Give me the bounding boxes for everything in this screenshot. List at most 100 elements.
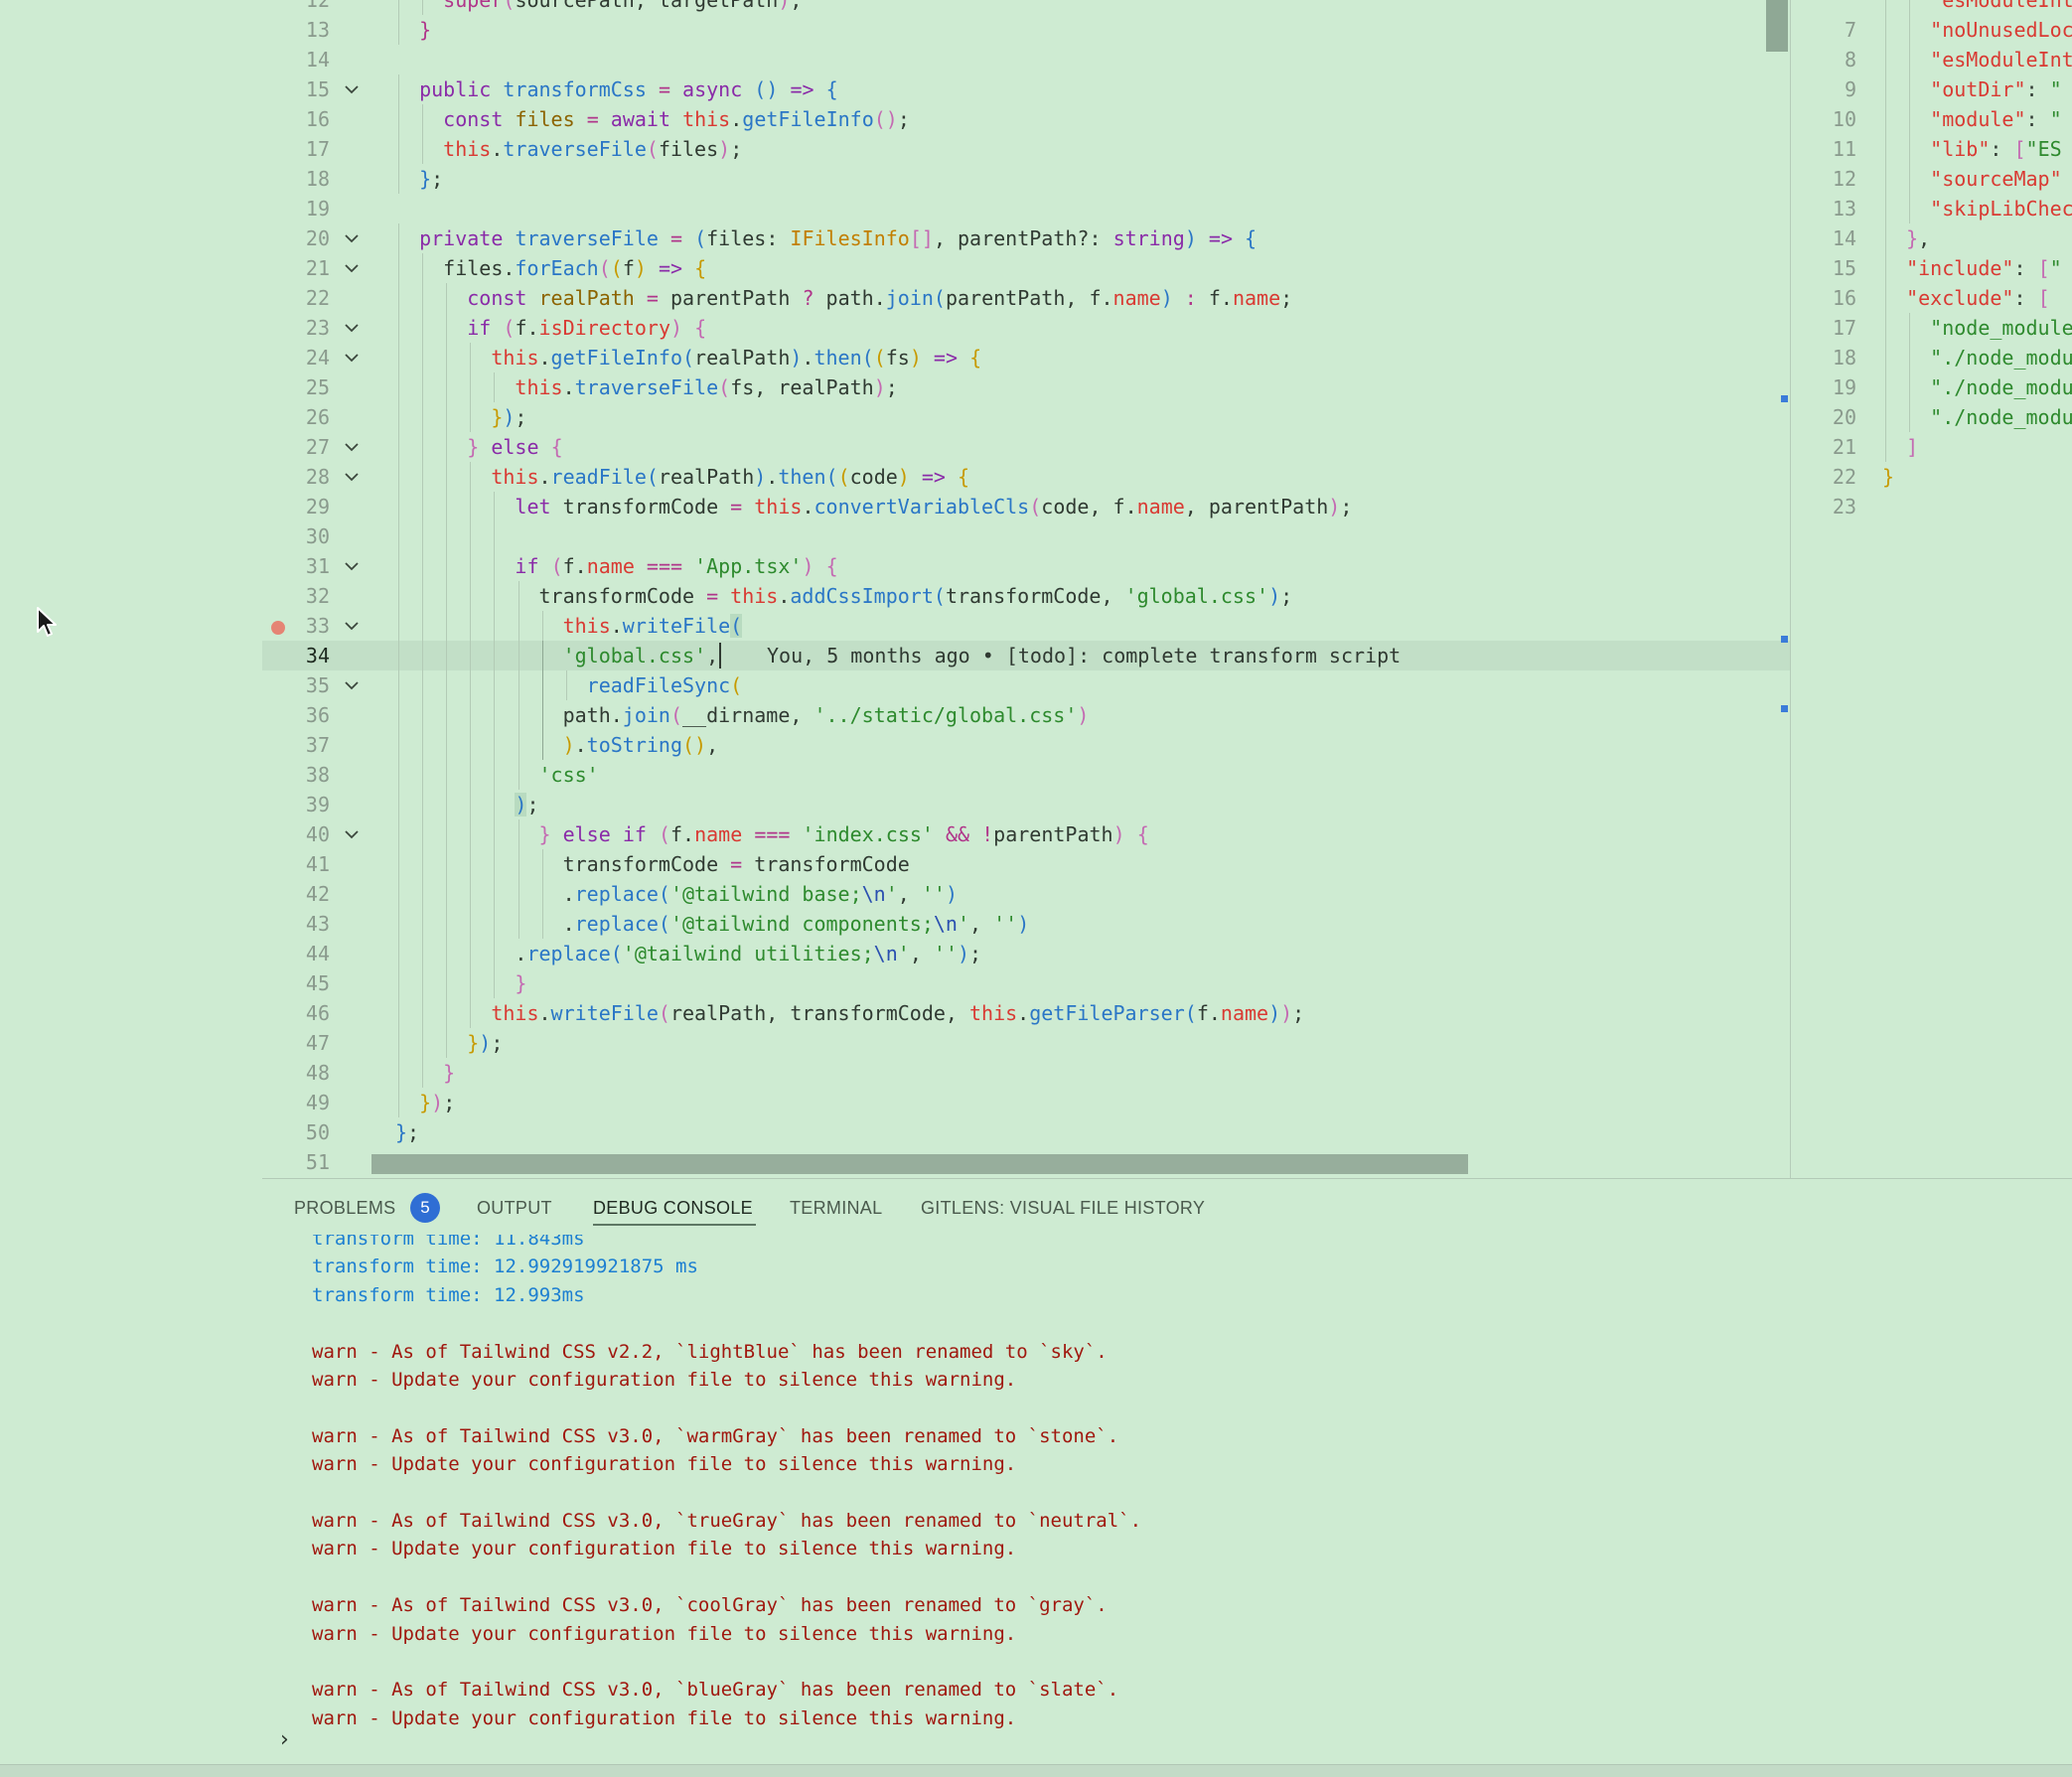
code-text: private traverseFile = (files: IFilesInf… xyxy=(419,226,1258,250)
indent-guide xyxy=(398,104,399,134)
json-line[interactable]: 23 xyxy=(1791,492,2072,521)
fold-chevron-icon[interactable] xyxy=(342,462,362,492)
code-line[interactable]: 21 files.forEach((f) => { xyxy=(262,253,1790,283)
code-line[interactable]: 47 }); xyxy=(262,1028,1790,1058)
indent-guide xyxy=(470,939,472,968)
json-line[interactable]: 10 "module": " xyxy=(1791,104,2072,134)
debug-console-output[interactable]: transform time: 11.843ms transform time: … xyxy=(262,1235,2072,1731)
code-line[interactable]: 48 } xyxy=(262,1058,1790,1088)
fold-chevron-icon[interactable] xyxy=(342,313,362,343)
editor-vertical-scroll-track[interactable] xyxy=(1766,0,1788,1172)
code-line[interactable]: 40 } else if (f.name === 'index.css' && … xyxy=(262,819,1790,849)
code-line[interactable]: 16 const files = await this.getFileInfo(… xyxy=(262,104,1790,134)
json-line[interactable]: 17 "node_modules" xyxy=(1791,313,2072,343)
code-line[interactable]: 34 'global.css', You, 5 months ago • [tod… xyxy=(262,641,1790,670)
code-line[interactable]: 15 public transformCss = async () => { xyxy=(262,74,1790,104)
code-line[interactable]: 22 const realPath = parentPath ? path.jo… xyxy=(262,283,1790,313)
fold-chevron-icon[interactable] xyxy=(342,253,362,283)
code-line[interactable]: 41 transformCode = transformCode xyxy=(262,849,1790,879)
breakpoint-icon[interactable] xyxy=(271,621,285,635)
fold-chevron-icon[interactable] xyxy=(342,819,362,849)
code-line[interactable]: 32 transformCode = this.addCssImport(tra… xyxy=(262,581,1790,611)
editor-vertical-scrollbar[interactable] xyxy=(1766,0,1788,52)
tab-output[interactable]: OUTPUT xyxy=(477,1198,552,1219)
fold-chevron-icon[interactable] xyxy=(342,611,362,641)
code-line[interactable]: 27 } else { xyxy=(262,432,1790,462)
json-line[interactable]: 15 "include": [" xyxy=(1791,253,2072,283)
json-line[interactable]: 7 "noUnusedLocals" xyxy=(1791,15,2072,45)
json-line[interactable]: 12 "sourceMap" xyxy=(1791,164,2072,194)
json-line[interactable]: "esModuleInteropXX" xyxy=(1791,0,2072,15)
line-number: 10 xyxy=(1832,107,1856,131)
indent-guide xyxy=(422,879,424,909)
code-line[interactable]: 42 .replace('@tailwind base;\n', '') xyxy=(262,879,1790,909)
code-line[interactable]: 14 xyxy=(262,45,1790,74)
code-line[interactable]: 33 this.writeFile( xyxy=(262,611,1790,641)
fold-chevron-icon[interactable] xyxy=(342,432,362,462)
json-line[interactable]: 8 "esModuleInterop" xyxy=(1791,45,2072,74)
editor-horizontal-scrollbar[interactable] xyxy=(371,1154,1468,1174)
code-line[interactable]: 30 xyxy=(262,521,1790,551)
code-text: this.readFile(realPath).then((code) => { xyxy=(491,465,970,489)
code-line[interactable]: 37 ).toString(), xyxy=(262,730,1790,760)
code-line[interactable]: 24 this.getFileInfo(realPath).then((fs) … xyxy=(262,343,1790,372)
fold-chevron-icon[interactable] xyxy=(342,343,362,372)
code-line[interactable]: 25 this.traverseFile(fs, realPath); xyxy=(262,372,1790,402)
code-line[interactable]: 20 private traverseFile = (files: IFiles… xyxy=(262,223,1790,253)
json-line[interactable]: 21 ] xyxy=(1791,432,2072,462)
indent-guide xyxy=(398,462,399,492)
tab-terminal[interactable]: TERMINAL xyxy=(790,1198,882,1219)
json-editor[interactable]: "esModuleInteropXX"7 "noUnusedLocals"8 "… xyxy=(1791,0,2072,1178)
json-text: "skipLibCheck" xyxy=(1930,197,2072,221)
code-text: }); xyxy=(419,1091,456,1114)
indent-guide xyxy=(1885,194,1886,223)
json-line[interactable]: 9 "outDir": " xyxy=(1791,74,2072,104)
fold-chevron-icon[interactable] xyxy=(342,551,362,581)
code-line[interactable]: 36 path.join(__dirname, '../static/globa… xyxy=(262,700,1790,730)
code-line[interactable]: 39 ); xyxy=(262,790,1790,819)
code-line[interactable]: 35 readFileSync( xyxy=(262,670,1790,700)
code-text: 'global.css', xyxy=(562,644,719,667)
line-number: 43 xyxy=(305,912,330,936)
tab-debug-console[interactable]: DEBUG CONSOLE xyxy=(593,1198,753,1219)
indent-guide xyxy=(470,879,472,909)
code-line[interactable]: 17 this.traverseFile(files); xyxy=(262,134,1790,164)
code-line[interactable]: 50}; xyxy=(262,1117,1790,1147)
line-number: 48 xyxy=(305,1061,330,1085)
indent-guide xyxy=(446,790,448,819)
code-line[interactable]: 19 xyxy=(262,194,1790,223)
fold-chevron-icon[interactable] xyxy=(342,74,362,104)
tab-gitlens-visual-file-history[interactable]: GITLENS: VISUAL FILE HISTORY xyxy=(921,1198,1205,1219)
code-line[interactable]: 28 this.readFile(realPath).then((code) =… xyxy=(262,462,1790,492)
json-line[interactable]: 20 "./node_modules" xyxy=(1791,402,2072,432)
code-line[interactable]: 12 super(sourcePath, targetPath); xyxy=(262,0,1790,15)
code-line[interactable]: 29 let transformCode = this.convertVaria… xyxy=(262,492,1790,521)
json-line[interactable]: 19 "./node_modules" xyxy=(1791,372,2072,402)
code-editor[interactable]: 12 super(sourcePath, targetPath); 13 } 14 1… xyxy=(262,0,1790,1178)
code-line[interactable]: 13 } xyxy=(262,15,1790,45)
code-line[interactable]: 31 if (f.name === 'App.tsx') { xyxy=(262,551,1790,581)
json-line[interactable]: 14 }, xyxy=(1791,223,2072,253)
json-line[interactable]: 18 "./node_modules" xyxy=(1791,343,2072,372)
json-line[interactable]: 11 "lib": ["ES xyxy=(1791,134,2072,164)
json-line[interactable]: 22} xyxy=(1791,462,2072,492)
code-line[interactable]: 49 }); xyxy=(262,1088,1790,1117)
code-line[interactable]: 26 }); xyxy=(262,402,1790,432)
code-line[interactable]: 44 .replace('@tailwind utilities;\n', ''… xyxy=(262,939,1790,968)
code-line[interactable]: 45 } xyxy=(262,968,1790,998)
indent-guide xyxy=(446,670,448,700)
code-line[interactable]: 18 }; xyxy=(262,164,1790,194)
code-line[interactable]: 43 .replace('@tailwind components;\n', '… xyxy=(262,909,1790,939)
code-line[interactable]: 46 this.writeFile(realPath, transformCod… xyxy=(262,998,1790,1028)
fold-chevron-icon[interactable] xyxy=(342,223,362,253)
fold-chevron-icon[interactable] xyxy=(342,670,362,700)
indent-guide xyxy=(398,700,399,730)
code-line[interactable]: 23 if (f.isDirectory) { xyxy=(262,313,1790,343)
tab-problems[interactable]: PROBLEMS xyxy=(294,1198,395,1219)
json-line[interactable]: 13 "skipLibCheck" xyxy=(1791,194,2072,223)
json-line[interactable]: 16 "exclude": [ xyxy=(1791,283,2072,313)
indent-guide xyxy=(398,134,399,164)
overview-ruler-marker xyxy=(1781,636,1788,643)
code-line[interactable]: 38 'css' xyxy=(262,760,1790,790)
debug-console-input[interactable] xyxy=(310,1723,2002,1757)
